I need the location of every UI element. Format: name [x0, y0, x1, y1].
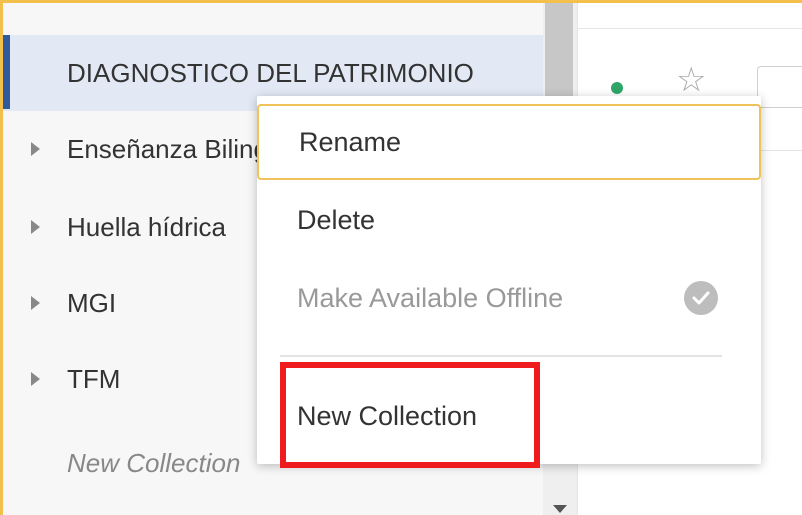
collection-label: DIAGNOSTICO DEL PATRIMONIO	[67, 57, 474, 88]
sync-status-dot	[611, 82, 623, 94]
collection-label: TFM	[67, 363, 121, 394]
check-circle-icon	[684, 281, 718, 315]
toolbar-box[interactable]	[757, 66, 802, 108]
caret-right-icon[interactable]	[31, 142, 40, 156]
collection-label: Huella hídrica	[67, 211, 226, 242]
menu-item-make-available-offline[interactable]: Make Available Offline	[257, 260, 761, 336]
divider	[760, 150, 802, 151]
menu-item-rename[interactable]: Rename	[257, 104, 761, 180]
new-collection-sidebar-label: New Collection	[67, 447, 241, 478]
collection-label: MGI	[67, 287, 117, 318]
scroll-down-arrow-icon[interactable]	[553, 505, 567, 513]
menu-item-label: Delete	[297, 204, 376, 235]
annotation-highlight-box	[280, 362, 540, 468]
caret-right-icon[interactable]	[31, 372, 40, 386]
star-icon[interactable]: ☆	[676, 63, 706, 97]
divider	[578, 28, 802, 29]
menu-item-label: Make Available Offline	[297, 282, 564, 313]
menu-divider	[280, 355, 722, 357]
selected-indicator	[3, 35, 10, 109]
caret-right-icon[interactable]	[31, 296, 40, 310]
caret-right-icon[interactable]	[31, 220, 40, 234]
menu-item-delete[interactable]: Delete	[257, 182, 761, 258]
menu-item-label: Rename	[299, 126, 402, 157]
